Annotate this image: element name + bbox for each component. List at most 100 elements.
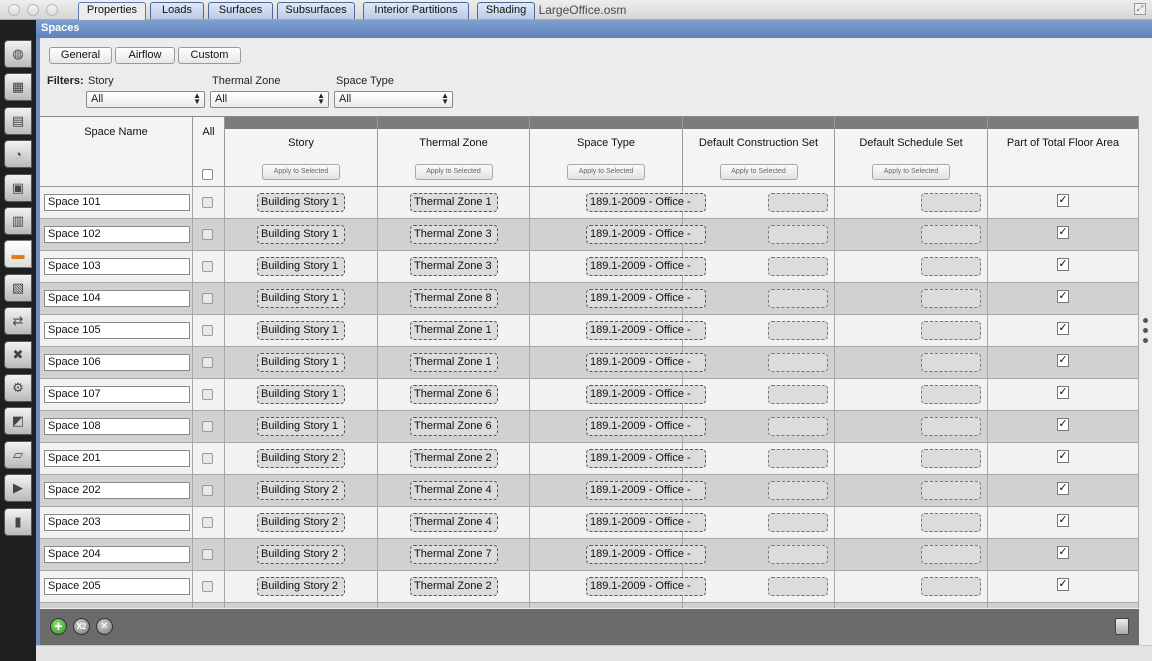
thermal-zone-dropzone[interactable]: Thermal Zone 2 <box>410 577 498 596</box>
nav-button-scripts[interactable]: ▱ <box>4 440 32 469</box>
thermal-zone-dropzone[interactable]: Thermal Zone 7 <box>410 545 498 564</box>
story-dropzone[interactable]: Building Story 1 <box>257 385 345 404</box>
nav-button-thermal-zones[interactable]: ▧ <box>4 273 32 302</box>
space-name-input[interactable]: Space 204 <box>44 546 190 563</box>
nav-button-site[interactable]: ◍ <box>4 40 32 68</box>
construction-set-dropzone[interactable] <box>768 449 828 468</box>
tab-loads[interactable]: Loads <box>150 2 204 19</box>
construction-set-dropzone[interactable] <box>768 193 828 212</box>
space-name-input[interactable]: Space 201 <box>44 450 190 467</box>
apply-to-selected-story-button[interactable]: Apply to Selected <box>262 164 340 180</box>
tab-shading[interactable]: Shading <box>477 2 535 19</box>
construction-set-dropzone[interactable] <box>768 321 828 340</box>
story-filter-select[interactable]: All ▲ ▼ <box>86 91 205 108</box>
space-name-input[interactable]: Space 203 <box>44 514 190 531</box>
nav-button-loads[interactable]: ◔ <box>4 140 32 169</box>
floor-area-checkbox[interactable]: ✓ <box>1057 578 1069 591</box>
tab-interior-partitions[interactable]: Interior Partitions <box>363 2 469 19</box>
apply-to-selected-construction-set-button[interactable]: Apply to Selected <box>719 164 798 180</box>
construction-set-dropzone[interactable] <box>768 481 828 500</box>
apply-to-selected-space-type-button[interactable]: Apply to Selected <box>567 164 645 180</box>
space-name-input[interactable]: Space 104 <box>44 290 190 307</box>
space-name-input[interactable]: Space 102 <box>44 226 190 243</box>
floor-area-checkbox[interactable]: ✓ <box>1057 386 1069 399</box>
floor-area-checkbox[interactable]: ✓ <box>1057 322 1069 335</box>
schedule-set-dropzone[interactable] <box>921 545 981 564</box>
story-dropzone[interactable]: Building Story 2 <box>257 577 345 596</box>
schedule-set-dropzone[interactable] <box>921 225 981 244</box>
floor-area-checkbox[interactable]: ✓ <box>1057 226 1069 239</box>
apply-to-selected-schedule-set-button[interactable]: Apply to Selected <box>872 164 950 180</box>
nav-button-schedules[interactable]: ▦ <box>4 73 32 102</box>
story-dropzone[interactable]: Building Story 1 <box>257 257 345 276</box>
thermal-zone-filter-select[interactable]: All ▲ ▼ <box>210 91 329 108</box>
construction-set-dropzone[interactable] <box>768 417 828 436</box>
nav-button-run[interactable]: ▶ <box>4 474 32 503</box>
space-name-input[interactable]: Space 202 <box>44 482 190 499</box>
row-select-checkbox[interactable] <box>202 485 213 496</box>
story-dropzone[interactable]: Building Story 1 <box>257 353 345 372</box>
space-name-input[interactable]: Space 108 <box>44 418 190 435</box>
construction-set-dropzone[interactable] <box>768 385 828 404</box>
construction-set-dropzone[interactable] <box>768 545 828 564</box>
nav-button-hvac-systems[interactable]: ⇄ <box>4 307 32 336</box>
row-select-checkbox[interactable] <box>202 549 213 560</box>
general-button[interactable]: General <box>49 47 112 64</box>
space-name-input[interactable]: Space 106 <box>44 354 190 371</box>
story-dropzone[interactable]: Building Story 2 <box>257 481 345 500</box>
row-select-checkbox[interactable] <box>202 357 213 368</box>
apply-to-selected-zone-button[interactable]: Apply to Selected <box>414 164 493 180</box>
nav-button-spaces[interactable]: ▬ <box>4 240 32 269</box>
tab-subsurfaces[interactable]: Subsurfaces <box>277 2 355 19</box>
thermal-zone-dropzone[interactable]: Thermal Zone 6 <box>410 385 498 404</box>
schedule-set-dropzone[interactable] <box>921 417 981 436</box>
splitter-grip-icon[interactable] <box>1143 318 1148 323</box>
floor-area-checkbox[interactable]: ✓ <box>1057 546 1069 559</box>
story-dropzone[interactable]: Building Story 2 <box>257 545 345 564</box>
floor-area-checkbox[interactable]: ✓ <box>1057 450 1069 463</box>
schedule-set-dropzone[interactable] <box>921 353 981 372</box>
thermal-zone-dropzone[interactable]: Thermal Zone 1 <box>410 353 498 372</box>
story-dropzone[interactable]: Building Story 1 <box>257 321 345 340</box>
splitter-grip-icon[interactable] <box>1143 328 1148 333</box>
nav-button-constructions[interactable]: ▤ <box>4 106 32 135</box>
thermal-zone-dropzone[interactable]: Thermal Zone 3 <box>410 225 498 244</box>
nav-button-geometry[interactable]: ▥ <box>4 207 32 235</box>
row-select-checkbox[interactable] <box>202 261 213 272</box>
thermal-zone-dropzone[interactable]: Thermal Zone 4 <box>410 481 498 500</box>
purge-icon[interactable] <box>1115 618 1129 635</box>
space-name-input[interactable]: Space 101 <box>44 194 190 211</box>
construction-set-dropzone[interactable] <box>768 353 828 372</box>
thermal-zone-dropzone[interactable]: Thermal Zone 8 <box>410 289 498 308</box>
story-dropzone[interactable]: Building Story 1 <box>257 417 345 436</box>
nav-button-variables[interactable]: ⚙ <box>4 374 32 402</box>
airflow-button[interactable]: Airflow <box>115 47 175 64</box>
tab-properties[interactable]: Properties <box>78 2 146 20</box>
space-name-input[interactable]: Space 107 <box>44 386 190 403</box>
floor-area-checkbox[interactable]: ✓ <box>1057 258 1069 271</box>
row-select-checkbox[interactable] <box>202 517 213 528</box>
delete-space-button[interactable]: ✕ <box>96 618 113 635</box>
thermal-zone-dropzone[interactable]: Thermal Zone 3 <box>410 257 498 276</box>
story-dropzone[interactable]: Building Story 1 <box>257 193 345 212</box>
schedule-set-dropzone[interactable] <box>921 577 981 596</box>
row-select-checkbox[interactable] <box>202 453 213 464</box>
story-dropzone[interactable]: Building Story 2 <box>257 449 345 468</box>
copy-space-button[interactable]: X2 <box>73 618 90 635</box>
construction-set-dropzone[interactable] <box>768 577 828 596</box>
schedule-set-dropzone[interactable] <box>921 321 981 340</box>
row-select-checkbox[interactable] <box>202 293 213 304</box>
floor-area-checkbox[interactable]: ✓ <box>1057 418 1069 431</box>
thermal-zone-dropzone[interactable]: Thermal Zone 2 <box>410 449 498 468</box>
thermal-zone-dropzone[interactable]: Thermal Zone 4 <box>410 513 498 532</box>
fullscreen-icon[interactable]: ⤢ <box>1134 3 1146 15</box>
schedule-set-dropzone[interactable] <box>921 257 981 276</box>
row-select-checkbox[interactable] <box>202 421 213 432</box>
floor-area-checkbox[interactable]: ✓ <box>1057 514 1069 527</box>
splitter-grip-icon[interactable] <box>1143 338 1148 343</box>
space-name-input[interactable]: Space 205 <box>44 578 190 595</box>
construction-set-dropzone[interactable] <box>768 289 828 308</box>
thermal-zone-dropzone[interactable]: Thermal Zone 1 <box>410 321 498 340</box>
row-select-checkbox[interactable] <box>202 229 213 240</box>
nav-button-building-summary[interactable]: ✖ <box>4 340 32 369</box>
